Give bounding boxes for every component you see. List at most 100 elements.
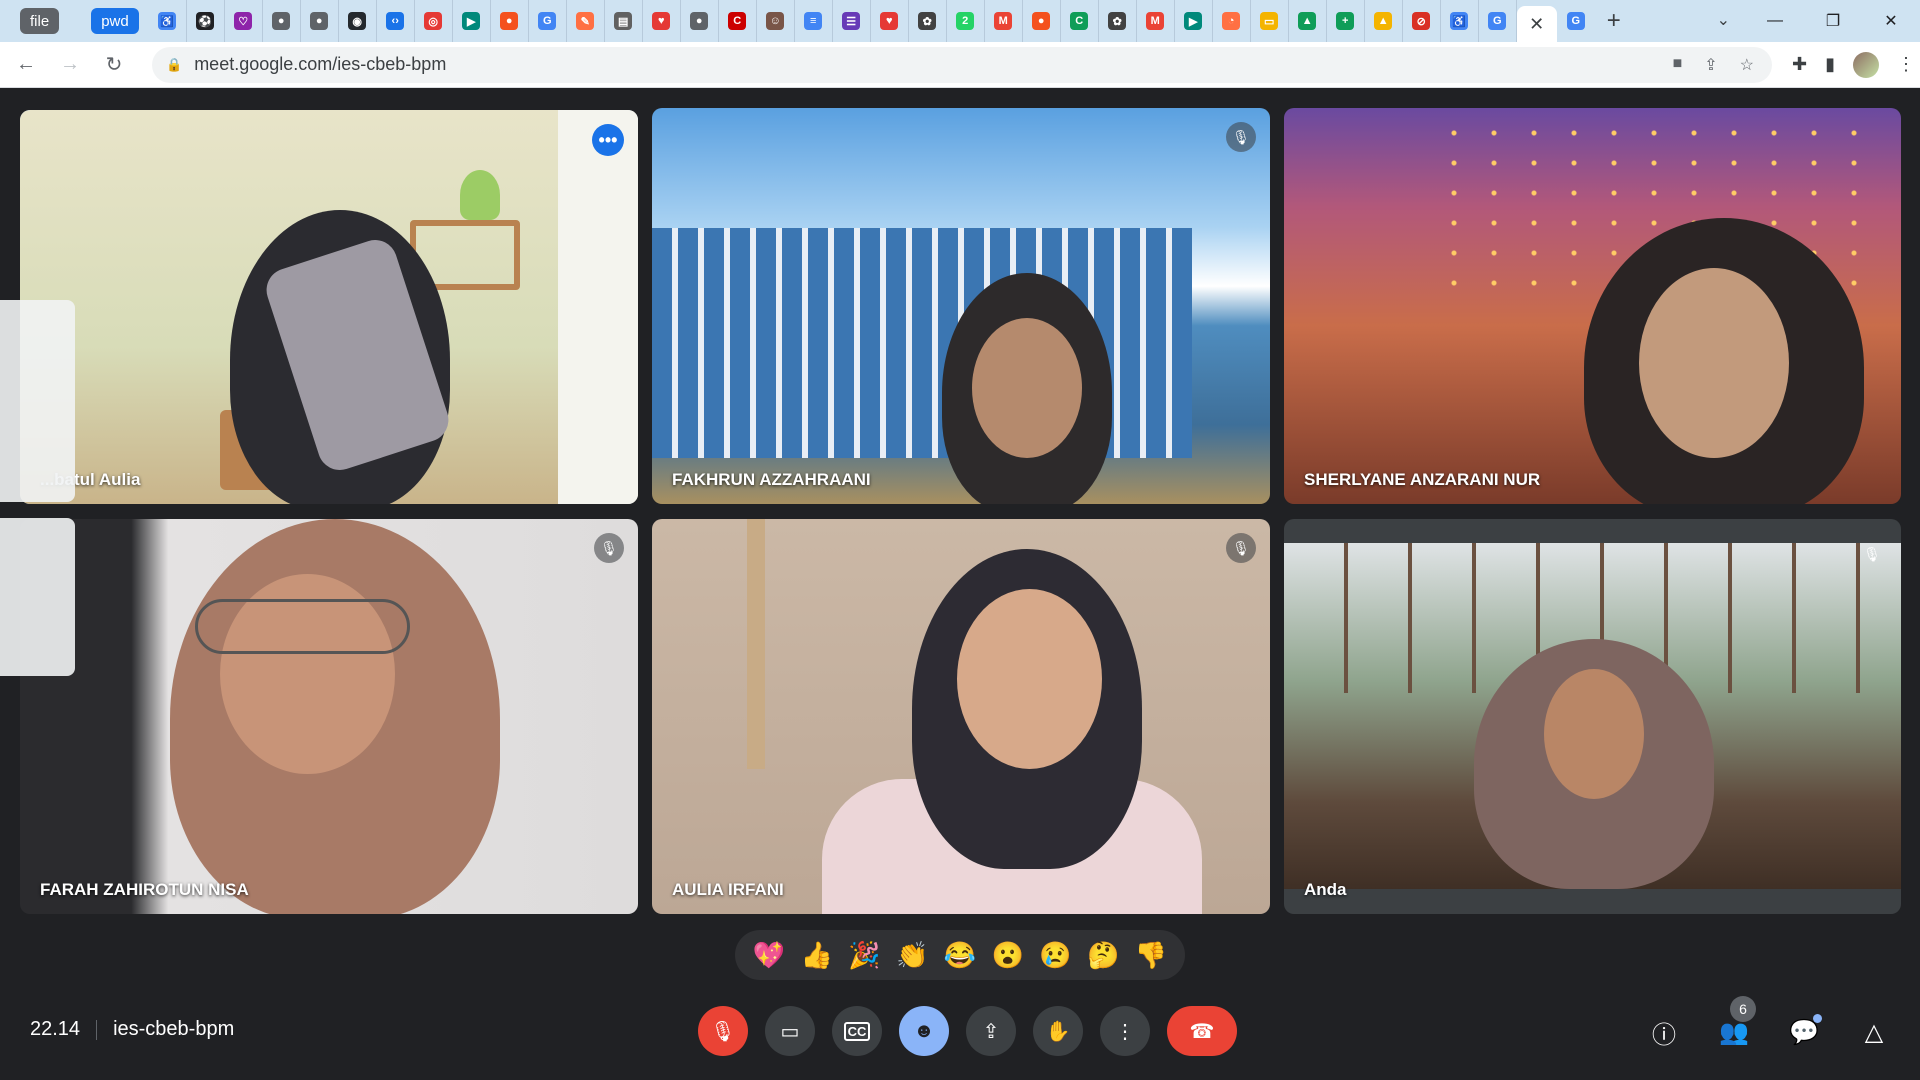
browser-tab[interactable]: ● xyxy=(263,0,301,42)
captions-button[interactable]: CC xyxy=(832,1006,882,1056)
camera-toggle-button[interactable]: ▭ xyxy=(765,1006,815,1056)
meeting-details-button[interactable]: ⓘ xyxy=(1648,1016,1680,1049)
reaction-button[interactable]: 👎 xyxy=(1135,940,1167,971)
present-screen-button[interactable]: ⇪ xyxy=(966,1006,1016,1056)
reaction-button[interactable]: 😢 xyxy=(1039,940,1071,971)
browser-tab[interactable]: + xyxy=(1327,0,1365,42)
browser-tab[interactable]: ▶ xyxy=(453,0,491,42)
share-icon[interactable]: ⇪ xyxy=(1704,55,1717,75)
heart-icon: ♥ xyxy=(652,12,671,30)
extensions-icon[interactable]: ✚ xyxy=(1792,54,1807,75)
browser-tab[interactable]: ♥ xyxy=(871,0,909,42)
browser-tab[interactable]: ▲ xyxy=(1365,0,1403,42)
browser-tab[interactable]: ♿ xyxy=(1441,0,1479,42)
tab-google[interactable]: G xyxy=(1557,0,1595,42)
heart-icon: ♥ xyxy=(880,12,899,30)
browser-tab[interactable]: ♿ xyxy=(149,0,187,42)
bookmark-star-icon[interactable]: ☆ xyxy=(1740,55,1754,75)
browser-tab[interactable]: ● xyxy=(1023,0,1061,42)
browser-tab[interactable]: ◉ xyxy=(339,0,377,42)
reaction-button[interactable]: 👏 xyxy=(896,940,928,971)
slides-icon: ▭ xyxy=(1260,12,1279,30)
side-panel-icon[interactable]: ▮ xyxy=(1825,54,1835,75)
meeting-info: 22.14 ies-cbeb-bpm xyxy=(30,1018,234,1041)
browser-tab[interactable]: ● xyxy=(681,0,719,42)
browser-tab[interactable]: ◔ xyxy=(1213,0,1251,42)
minimize-button[interactable]: — xyxy=(1746,0,1804,42)
tab-meet-active[interactable]: ✕ xyxy=(1516,6,1557,42)
reaction-button[interactable]: 😂 xyxy=(944,940,976,971)
reaction-button[interactable]: 👍 xyxy=(800,940,832,971)
browser-menu-icon[interactable]: ⋮ xyxy=(1897,54,1915,75)
browser-tab[interactable]: ▲ xyxy=(1289,0,1327,42)
participant-tile[interactable]: 🎙 AULIA IRFANI xyxy=(652,519,1270,914)
plus-icon: + xyxy=(1336,12,1355,30)
browser-tab[interactable]: ▭ xyxy=(1251,0,1289,42)
back-button[interactable]: ← xyxy=(8,47,44,83)
profile-avatar[interactable] xyxy=(1853,51,1879,78)
reaction-button[interactable]: 😮 xyxy=(992,940,1024,971)
browser-tab[interactable]: ♥ xyxy=(643,0,681,42)
close-window-button[interactable]: ✕ xyxy=(1862,0,1920,42)
browser-tab[interactable]: ☺ xyxy=(757,0,795,42)
people-button[interactable]: 👥 6 xyxy=(1718,996,1756,1048)
browser-tab[interactable]: C xyxy=(719,0,757,42)
close-tab-icon[interactable]: ✕ xyxy=(1529,14,1544,35)
chat-button[interactable]: 💬 xyxy=(1788,1014,1822,1048)
browser-tab[interactable]: M xyxy=(1137,0,1175,42)
participant-tile[interactable]: ••• ...batul Aulia xyxy=(20,110,638,504)
browser-tab[interactable]: ☰ xyxy=(833,0,871,42)
browser-tab[interactable]: ▤ xyxy=(605,0,643,42)
browser-tab[interactable]: C xyxy=(1061,0,1099,42)
record-icon: ● xyxy=(500,12,519,30)
browser-tab[interactable]: ● xyxy=(301,0,339,42)
forms-icon: ☰ xyxy=(842,12,861,30)
forward-button[interactable]: → xyxy=(52,47,88,83)
browser-tab[interactable]: 2 xyxy=(947,0,985,42)
address-bar[interactable]: 🔒 meet.google.com/ies-cbeb-bpm ■ ⇪ ☆ xyxy=(152,46,1772,83)
browser-tab[interactable]: M xyxy=(985,0,1023,42)
browser-tab[interactable]: G xyxy=(1479,0,1517,42)
self-view-tile[interactable]: 🎙 Anda xyxy=(1284,519,1901,914)
browser-tab[interactable]: ⊘ xyxy=(1403,0,1441,42)
reload-button[interactable]: ↻ xyxy=(96,47,132,83)
browser-tab[interactable]: ✿ xyxy=(1099,0,1137,42)
mic-off-indicator: 🎙 xyxy=(1226,122,1256,152)
participant-tile[interactable]: SHERLYANE ANZARANI NUR xyxy=(1284,108,1901,504)
raise-hand-button[interactable]: ✋ xyxy=(1033,1006,1083,1056)
participant-count-badge: 6 xyxy=(1730,996,1756,1022)
reaction-button[interactable]: 💖 xyxy=(753,940,785,971)
globe-icon: ● xyxy=(310,12,329,30)
reaction-button[interactable]: 🎉 xyxy=(848,940,880,971)
more-options-button[interactable]: ••• xyxy=(592,124,624,156)
reactions-button[interactable]: ☻ xyxy=(899,1006,949,1056)
leave-call-button[interactable]: ☎ xyxy=(1167,1006,1237,1056)
browser-tab[interactable]: ◎ xyxy=(415,0,453,42)
mic-toggle-button[interactable]: 🎙 xyxy=(698,1006,748,1056)
meeting-code[interactable]: ies-cbeb-bpm xyxy=(113,1018,234,1041)
lock-icon[interactable]: 🔒 xyxy=(166,57,182,73)
browser-tab[interactable]: ✿ xyxy=(909,0,947,42)
browser-tab[interactable]: G xyxy=(529,0,567,42)
browser-tab[interactable]: ✎ xyxy=(567,0,605,42)
video-camera-icon: ▭ xyxy=(780,1020,800,1043)
tab-group-file[interactable]: file xyxy=(20,8,60,34)
tab-search-button[interactable]: ⌄ xyxy=(1717,10,1730,30)
browser-tab[interactable]: ⚽ xyxy=(187,0,225,42)
captions-icon: CC xyxy=(843,1021,871,1041)
tab-group-pwd[interactable]: pwd xyxy=(91,8,139,34)
restore-button[interactable]: ❐ xyxy=(1804,0,1862,42)
new-tab-button[interactable]: + xyxy=(1595,7,1633,35)
more-options-button[interactable]: ⋮ xyxy=(1100,1006,1150,1056)
participant-tile[interactable]: 🎙 FARAH ZAHIROTUN NISA xyxy=(20,519,638,914)
reaction-button[interactable]: 🤔 xyxy=(1087,940,1119,971)
activities-button[interactable]: △ xyxy=(1858,1016,1890,1048)
browser-tab[interactable]: ♡ xyxy=(225,0,263,42)
browser-tab[interactable]: ▶ xyxy=(1175,0,1213,42)
participant-tile[interactable]: 🎙 FAKHRUN AZZAHRAANI xyxy=(652,108,1270,504)
browser-tab[interactable]: ‹› xyxy=(377,0,415,42)
camera-icon[interactable]: ■ xyxy=(1673,55,1683,75)
browser-tab[interactable]: ● xyxy=(491,0,529,42)
browser-tab[interactable]: ≡ xyxy=(795,0,833,42)
present-icon: ⇪ xyxy=(982,1020,1000,1043)
